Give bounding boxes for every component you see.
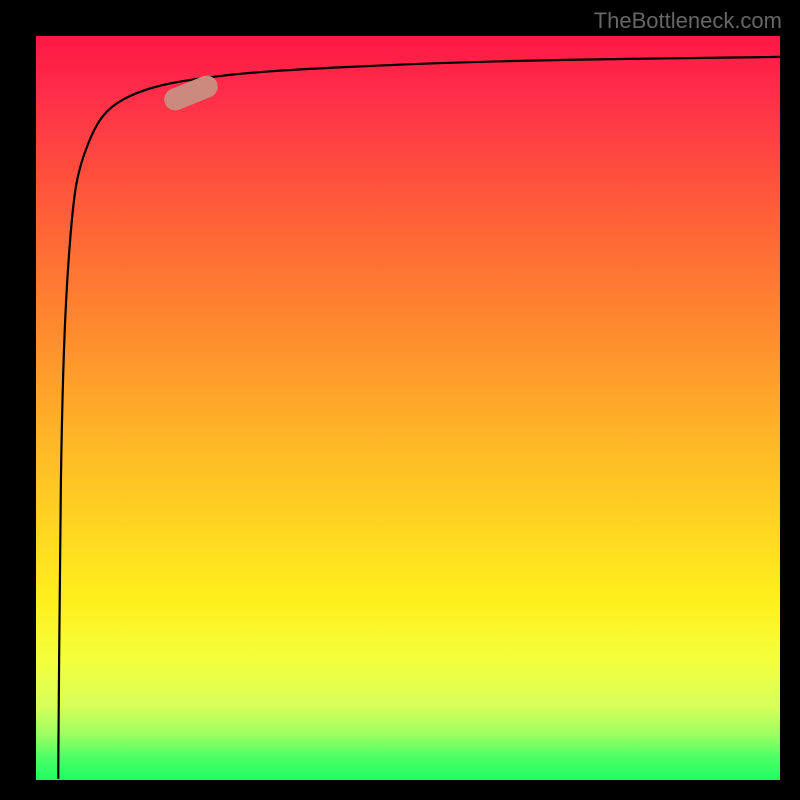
curve-svg (36, 36, 780, 780)
chart-area (36, 36, 780, 780)
curve-path (58, 57, 780, 778)
watermark-text: TheBottleneck.com (594, 8, 782, 34)
